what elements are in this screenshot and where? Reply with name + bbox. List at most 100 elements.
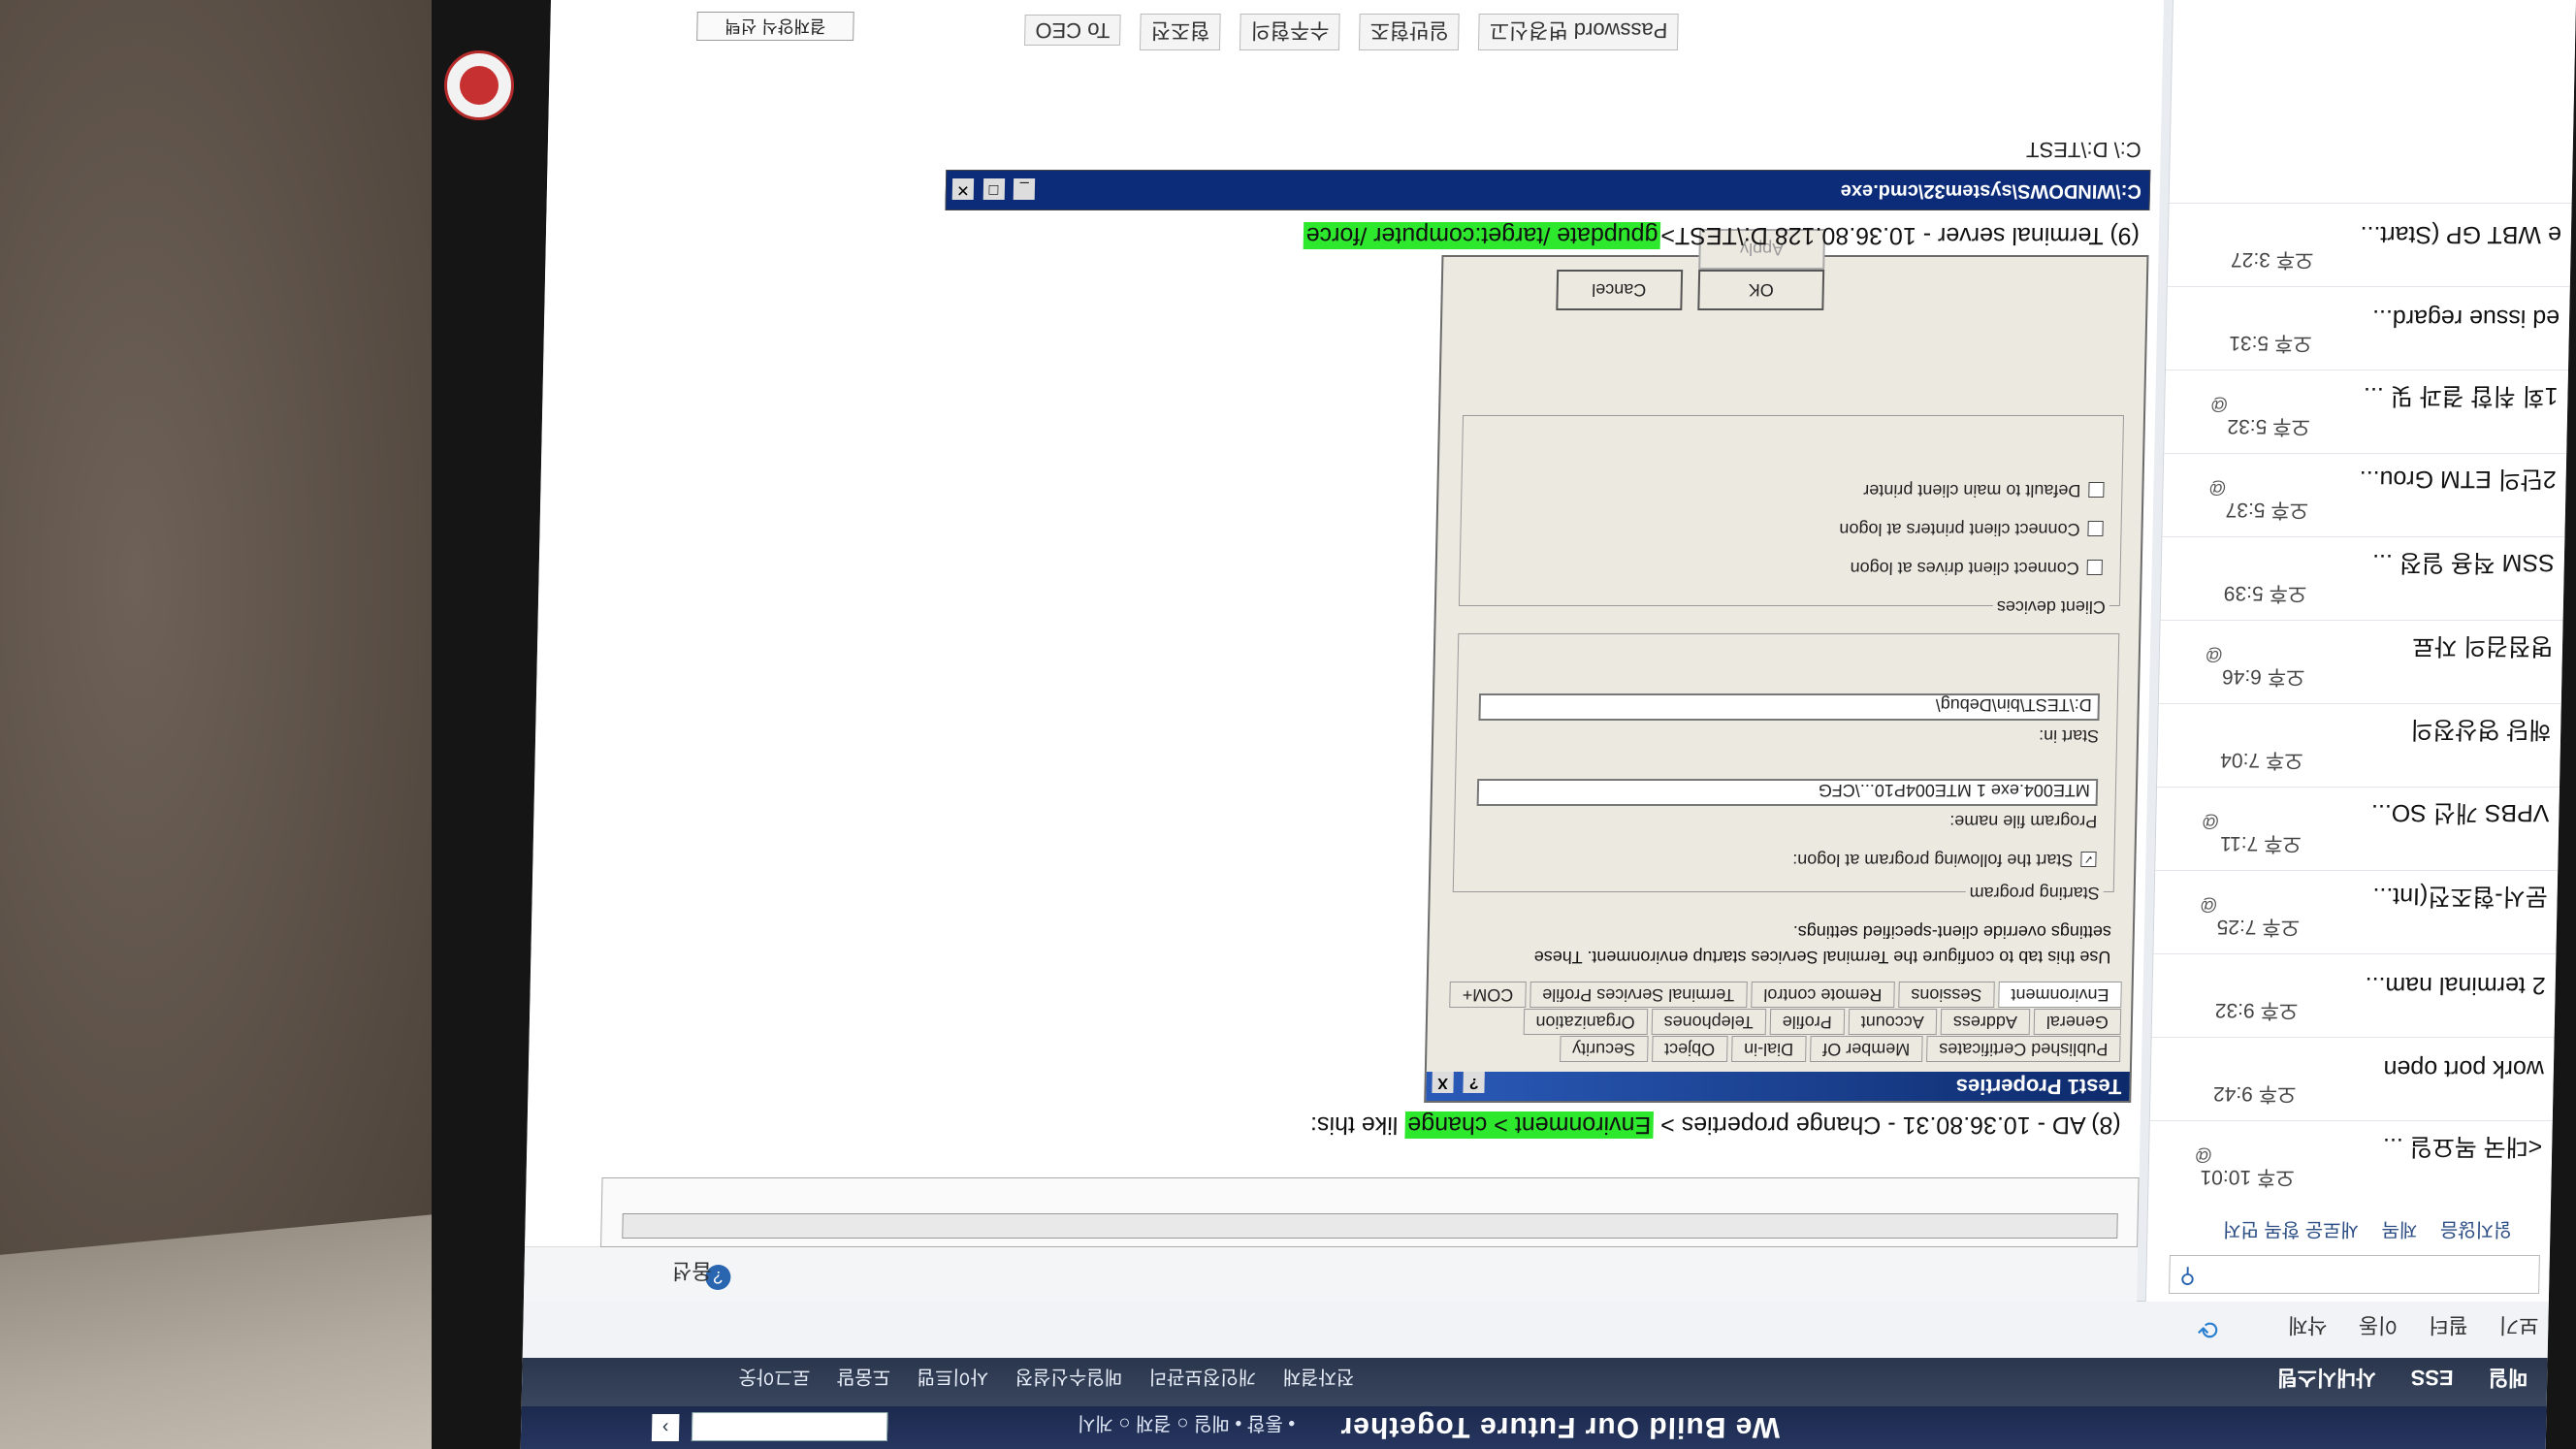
program-file-input[interactable]: MTE004.exe 1 MTE004P10...\CFG — [1476, 779, 2099, 806]
mail-list-item[interactable]: work port open 오후 9:42 — [2149, 1037, 2555, 1121]
step-9-prefix: (9) Terminal server - 10.36.80.128 D:\TE… — [1660, 222, 2141, 249]
step-9-text: (9) Terminal server - 10.36.80.128 D:\TE… — [1303, 221, 2140, 249]
tab-com-plus[interactable]: COM+ — [1449, 982, 1527, 1008]
tab-remote-control[interactable]: Remote control — [1751, 982, 1895, 1008]
mail-toolbar: 보기 필터 이동 삭제 ⟳ — [522, 1301, 2549, 1358]
mail-list-item[interactable]: 해당 영상정의오후 7:04 — [2156, 703, 2561, 788]
menu-sitemap[interactable]: 사이트맵 — [917, 1366, 988, 1387]
attachment-icon: @ — [2207, 479, 2227, 499]
cmd-window-titlebar: C:\WINDOWS\system32\cmd.exe _ □ ✕ — [945, 170, 2151, 210]
mail-search-input[interactable]: ⚲ — [2169, 1255, 2540, 1294]
tab-address[interactable]: Address — [1940, 1009, 2031, 1035]
mail-list-item[interactable]: 2단의 ETM Grou... 오후 5:37 @ — [2162, 453, 2567, 537]
connect-drives-label: Connect client drives at logon — [1850, 559, 2079, 578]
tab-dial-in[interactable]: Dial-in — [1730, 1036, 1807, 1062]
client-devices-group: Client devices Connect client drives at … — [1458, 415, 2125, 617]
filter-button[interactable]: 필터 — [2429, 1313, 2468, 1337]
mail-subject: work port open — [2383, 1055, 2545, 1082]
tab-to-ceo[interactable]: To CEO — [1024, 15, 1121, 46]
menu-mail-settings[interactable]: 메일수신설정 — [1014, 1366, 1122, 1387]
connect-printers-checkbox[interactable]: Connect client printers at logon — [1839, 519, 2104, 539]
menu-approval[interactable]: 전자결재 — [1282, 1366, 1354, 1387]
tab-member-of[interactable]: Member Of — [1809, 1036, 1923, 1062]
approval-form-select[interactable]: 결재양식 선택 — [696, 12, 854, 41]
tab-ts-profile[interactable]: Terminal Services Profile — [1529, 982, 1748, 1008]
tab-cooperation-memo[interactable]: 협조전 — [1140, 14, 1221, 50]
mail-list-item[interactable]: ed issue regard... 오후 5:31 — [2165, 286, 2570, 370]
mail-time: 오후 5:37 — [2225, 499, 2309, 521]
checkmark-icon: ✓ — [2080, 851, 2097, 867]
cmd-minimize-icon[interactable]: _ — [1013, 178, 1036, 200]
screen-content: We Build Our Future Together • 통합 • 메일 ○… — [520, 0, 2576, 1449]
tab-security[interactable]: Security — [1559, 1036, 1649, 1062]
menu-ess[interactable]: ESS — [2410, 1366, 2454, 1390]
attachment-icon: @ — [2199, 896, 2218, 916]
mail-time: 오후 7:04 — [2219, 749, 2303, 771]
menu-logout[interactable]: 로그아웃 — [738, 1366, 810, 1387]
bezel-sticker-logo — [444, 50, 514, 120]
cmd-maximize-icon[interactable]: □ — [982, 178, 1005, 200]
mail-list-item[interactable]: SSM 적용 일정 ... 오후 5:39 — [2160, 536, 2565, 621]
tab-environment[interactable]: Environment — [1998, 982, 2122, 1008]
tab-published-certificates[interactable]: Published Certificates — [1925, 1036, 2121, 1062]
tab-general[interactable]: General — [2033, 1009, 2122, 1035]
search-go-icon[interactable]: › — [651, 1414, 680, 1441]
ok-button[interactable]: OK — [1697, 270, 1825, 310]
mail-subject: 해당 영상정의 — [2410, 716, 2552, 743]
mail-list-item[interactable]: VPBS 개선 SO... 오후 7:11 @ — [2155, 787, 2560, 871]
mail-subject: 1회 취합 결과 및 ... — [2363, 382, 2559, 409]
start-in-input[interactable]: D:\TEST\bin\Debug\ — [1478, 693, 2101, 721]
mail-list-item[interactable]: <대국 목요일 ... 오후 10:01 @ — [2147, 1120, 2553, 1205]
tab-row-3: Environment Sessions Remote control Term… — [1449, 982, 2122, 1008]
sort-option-subject[interactable]: 제목 — [2381, 1218, 2417, 1240]
search-icon[interactable]: ⚲ — [2179, 1264, 2196, 1289]
connect-drives-checkbox[interactable]: Connect client drives at logon — [1850, 558, 2103, 578]
mail-subject: e WBT GP (Start... — [2360, 221, 2562, 248]
delete-button[interactable]: 삭제 — [2288, 1313, 2328, 1337]
tab-telephones[interactable]: Telephones — [1651, 1009, 1766, 1035]
step-8-suffix: like this: — [1309, 1111, 1405, 1139]
dialog-close-button[interactable]: X — [1432, 1072, 1454, 1093]
cmd-window-text: C:\ D:\TEST — [2025, 138, 2142, 162]
options-label[interactable]: 옵션 — [672, 1257, 712, 1288]
mail-list-item[interactable]: e WBT GP (Start... 오후 3:27 — [2167, 203, 2572, 287]
cancel-button[interactable]: Cancel — [1555, 270, 1683, 310]
mail-list-item[interactable]: 2 terminal nam... 오후 9:32 — [2151, 953, 2557, 1038]
sort-option-unread[interactable]: 읽지않음 — [2440, 1218, 2512, 1240]
tab-order-consultation[interactable]: 수주협의 — [1240, 14, 1340, 50]
document-scrollbar[interactable] — [622, 1213, 2118, 1239]
mail-list-item[interactable]: 1회 취합 결과 및 ... 오후 5:32 @ — [2164, 370, 2569, 454]
tab-general-cooperation[interactable]: 일반협조 — [1359, 14, 1460, 50]
cmd-close-icon[interactable]: ✕ — [951, 178, 975, 200]
tab-organization[interactable]: Organization — [1523, 1009, 1648, 1035]
sort-option-newest[interactable]: 새로운 항목 먼저 — [2223, 1218, 2359, 1240]
step-8-prefix: (8) AD - 10.36.80.31 - Change properties… — [1653, 1111, 2121, 1139]
start-program-checkbox[interactable]: ✓ Start the following program at logon: — [1792, 850, 2097, 870]
view-button[interactable]: 보기 — [2499, 1313, 2539, 1337]
menu-mail[interactable]: 메일 — [2488, 1366, 2528, 1390]
search-scope-options[interactable]: • 통합 • 메일 ○ 결재 ○ 게시 — [1078, 1411, 1296, 1439]
tab-account[interactable]: Account — [1848, 1009, 1938, 1035]
utility-menu: 전자결재 개인정보관리 메일수신설정 사이트맵 도움말 로그아웃 — [717, 1365, 1354, 1393]
environment-description: Use this tab to configure the Terminal S… — [1533, 922, 2112, 967]
menu-help[interactable]: 도움말 — [837, 1366, 891, 1387]
mail-time: 오후 5:31 — [2228, 332, 2312, 354]
tab-password-change[interactable]: Password 변경신고 — [1478, 14, 1679, 50]
refresh-icon[interactable]: ⟳ — [2197, 1314, 2218, 1344]
mail-list-item[interactable]: 문서-협조전(Int... 오후 7:25 @ — [2153, 870, 2559, 954]
tab-sessions[interactable]: Sessions — [1898, 982, 1995, 1008]
menu-internal-system[interactable]: 사내시스템 — [2277, 1366, 2376, 1390]
dialog-titlebar: Test1 Properties ? X — [1426, 1072, 2130, 1101]
default-printer-checkbox[interactable]: Default to main client printer — [1863, 480, 2105, 500]
step-9-highlight: gpupdate /target:computer /force — [1303, 222, 1661, 249]
monitor-screen: We Build Our Future Together • 통합 • 메일 ○… — [520, 0, 2576, 1449]
menu-privacy[interactable]: 개인정보관리 — [1148, 1366, 1256, 1387]
default-printer-label: Default to main client printer — [1863, 481, 2081, 500]
move-button[interactable]: 이동 — [2358, 1313, 2398, 1337]
dialog-help-button[interactable]: ? — [1463, 1072, 1485, 1093]
mail-list-item[interactable]: 명점검의 자료 오후 6:46 @ — [2158, 620, 2563, 704]
tab-object[interactable]: Object — [1651, 1036, 1728, 1062]
portal-search-input[interactable] — [691, 1412, 888, 1441]
checkbox-icon — [2086, 559, 2103, 575]
tab-profile[interactable]: Profile — [1769, 1009, 1846, 1035]
